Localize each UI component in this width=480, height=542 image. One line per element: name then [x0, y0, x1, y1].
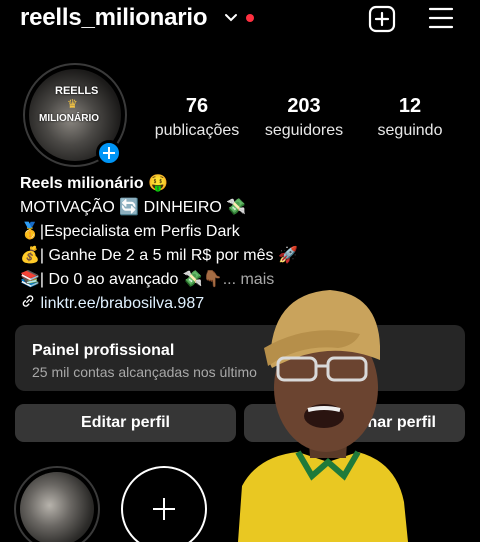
stat-following-value: 12: [398, 95, 422, 117]
stat-posts[interactable]: 76 publicações: [148, 95, 246, 140]
link-icon: [22, 295, 34, 307]
username-title[interactable]: reells_milionario: [20, 4, 208, 32]
highlight-lion[interactable]: [20, 472, 94, 542]
bio-line-3: 💰| Ganhe De 2 a 5 mil R$ por mês 🚀: [20, 247, 298, 264]
chevron-down-icon[interactable]: [223, 10, 239, 26]
bio-link[interactable]: linktr.ee/brabosilva.987: [40, 295, 204, 312]
avatar-text-bottom: MILIONÁRIO: [39, 113, 99, 124]
add-square-icon[interactable]: [368, 5, 396, 33]
panel-title: Painel profissional: [32, 342, 175, 359]
new-highlight-add-icon[interactable]: [121, 466, 207, 542]
stat-posts-value: 76: [185, 95, 209, 117]
stat-followers-label: seguidores: [264, 122, 344, 139]
edit-profile-button[interactable]: Editar perfil: [15, 404, 236, 442]
stat-followers-value: 203: [287, 95, 321, 117]
panel-subtitle: 25 mil contas alcançadas nos último: [32, 364, 257, 380]
crown-icon: ♛: [67, 97, 78, 111]
person-overlay: [238, 290, 408, 542]
stat-posts-label: publicações: [154, 122, 240, 139]
stat-following[interactable]: 12 seguindo: [366, 95, 454, 140]
bio-line-1: MOTIVAÇÃO 🔄 DINHEIRO 💸: [20, 199, 247, 216]
add-story-badge-icon[interactable]: [96, 140, 122, 166]
menu-icon[interactable]: [428, 6, 454, 30]
profile-name: Reels milionário 🤑: [20, 175, 168, 192]
stat-followers[interactable]: 203 seguidores: [258, 95, 350, 140]
top-bar: reells_milionario: [0, 0, 480, 44]
bio-line-2: 🥇|Especialista em Perfis Dark: [20, 223, 240, 240]
avatar-text-top: REELLS: [55, 85, 99, 97]
bio-line-4-text: 📚| Do 0 ao avançado 💸👇🏾: [20, 271, 223, 288]
notification-dot: [246, 14, 254, 22]
stat-following-label: seguindo: [377, 122, 443, 139]
